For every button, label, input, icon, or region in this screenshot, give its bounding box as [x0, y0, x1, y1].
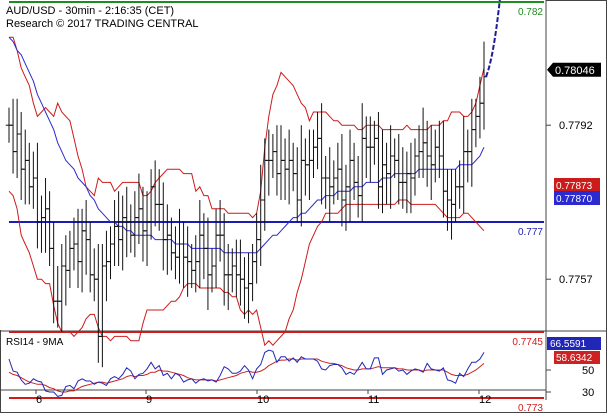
time-tick-label: 12: [479, 394, 491, 406]
chart-title: AUD/USD - 30min - 2:16:35 (CET): [6, 5, 174, 17]
time-tick-label: 11: [368, 394, 379, 406]
indicator-tag: 0.77873: [554, 178, 600, 192]
indicator-tag-value: 0.77873: [556, 181, 593, 192]
chart-window: 0.7860.7840.7820.7770.77450.773 0.78620.…: [0, 0, 607, 414]
rsi-ma-value: 58.6342: [556, 353, 593, 364]
rsi-value-tag: 66.5591: [547, 337, 601, 350]
level-label-pivot: 0.777: [518, 227, 543, 238]
level-label-resistance: 0.782: [518, 7, 543, 18]
price-tick-label: 0.7757: [559, 274, 593, 286]
level-label-support: 0.7745: [512, 337, 543, 348]
rsi-tick-label: 30: [582, 387, 594, 399]
rsi-value: 66.5591: [550, 339, 587, 350]
chart-canvas: 0.7860.7840.7820.7770.77450.773 0.78620.…: [0, 0, 607, 414]
rsi-panel-title: RSI14 - 9MA: [6, 337, 64, 348]
indicator-tag-value: 0.77870: [556, 194, 593, 205]
rsi-tick-label: 50: [582, 365, 594, 377]
indicator-tag: 0.77870: [554, 191, 600, 205]
time-tick-label: 6: [36, 394, 42, 406]
time-tick-label: 9: [146, 394, 152, 406]
price-tick-label: 0.7792: [559, 120, 593, 132]
last-price-tag: 0.78046: [547, 62, 601, 77]
rsi-ma-tag: 58.6342: [554, 351, 600, 364]
last-price-value: 0.78046: [555, 65, 595, 77]
time-tick-label: 10: [257, 394, 269, 406]
level-label-support: 0.773: [518, 403, 543, 413]
chart-subtitle: Research © 2017 TRADING CENTRAL: [6, 18, 199, 30]
